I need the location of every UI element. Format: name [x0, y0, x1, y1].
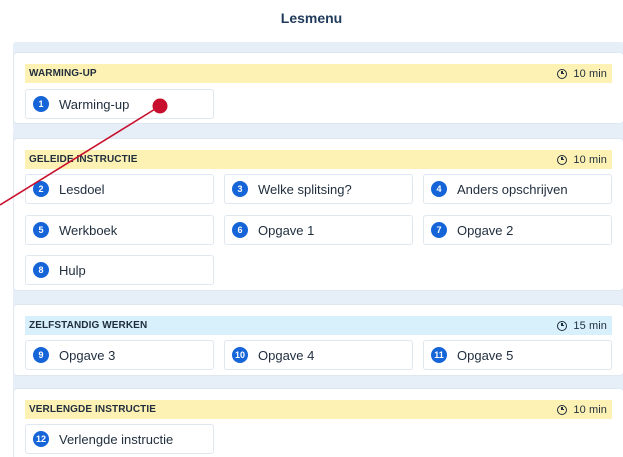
item-label: Opgave 5 [457, 347, 514, 363]
lesson-item-opgave-1[interactable]: 6 Opgave 1 [224, 215, 413, 245]
item-number-badge: 2 [33, 181, 49, 197]
item-label: Opgave 2 [457, 222, 514, 238]
item-number-badge: 8 [33, 262, 49, 278]
item-number-badge: 10 [232, 347, 248, 363]
lesson-item-anders-opschrijven[interactable]: 4 Anders opschrijven [423, 174, 612, 204]
item-number-badge: 12 [33, 431, 49, 447]
section-geleide-instructie: GELEIDE INSTRUCTIE 10 min 2 Lesdoel 3 We… [13, 128, 623, 300]
section-duration: 10 min [573, 153, 607, 166]
section-label: WARMING-UP [29, 68, 97, 79]
section-time: 15 min [557, 320, 607, 332]
section-label: VERLENGDE INSTRUCTIE [29, 404, 157, 415]
section-label: ZELFSTANDIG WERKEN [29, 320, 148, 331]
section-header: WARMING-UP 10 min [25, 64, 612, 83]
lesson-item-opgave-3[interactable]: 9 Opgave 3 [25, 340, 214, 370]
lesson-item-werkboek[interactable]: 5 Werkboek [25, 215, 214, 245]
lesson-item-verlengde-instructie[interactable]: 12 Verlengde instructie [25, 424, 214, 454]
lesson-item-welke-splitsing[interactable]: 3 Welke splitsing? [224, 174, 413, 204]
clock-icon [557, 68, 568, 79]
item-number-badge: 4 [431, 181, 447, 197]
section-duration: 15 min [573, 319, 607, 332]
item-number-badge: 9 [33, 347, 49, 363]
item-label: Lesdoel [59, 181, 105, 197]
clock-icon [557, 154, 568, 165]
section-duration: 10 min [573, 67, 607, 80]
item-label: Warming-up [59, 96, 130, 112]
section-header: ZELFSTANDIG WERKEN 15 min [25, 316, 612, 335]
page-title: Lesmenu [280, 10, 343, 26]
section-label: GELEIDE INSTRUCTIE [29, 154, 138, 165]
lesson-item-lesdoel[interactable]: 2 Lesdoel [25, 174, 214, 204]
item-number-badge: 3 [232, 181, 248, 197]
item-number-badge: 11 [431, 347, 447, 363]
section-zelfstandig-werken: ZELFSTANDIG WERKEN 15 min 9 Opgave 3 10 … [13, 294, 623, 386]
item-label: Opgave 4 [258, 347, 315, 363]
clock-icon [557, 320, 568, 331]
item-number-badge: 6 [232, 222, 248, 238]
section-card: WARMING-UP 10 min 1 Warming-up [13, 52, 623, 124]
item-number-badge: 7 [431, 222, 447, 238]
item-label: Opgave 3 [59, 347, 116, 363]
section-header: GELEIDE INSTRUCTIE 10 min [25, 150, 612, 169]
section-card: VERLENGDE INSTRUCTIE 10 min 12 Verlengde… [13, 388, 623, 457]
item-label: Anders opschrijven [457, 181, 568, 197]
section-time: 10 min [557, 404, 607, 416]
clock-icon [557, 404, 568, 415]
section-header: VERLENGDE INSTRUCTIE 10 min [25, 400, 612, 419]
section-time: 10 min [557, 154, 607, 166]
section-duration: 10 min [573, 403, 607, 416]
lesson-item-opgave-2[interactable]: 7 Opgave 2 [423, 215, 612, 245]
item-label: Opgave 1 [258, 222, 315, 238]
item-number-badge: 5 [33, 222, 49, 238]
section-verlengde-instructie: VERLENGDE INSTRUCTIE 10 min 12 Verlengde… [13, 378, 623, 457]
section-warming-up: WARMING-UP 10 min 1 Warming-up [13, 42, 623, 130]
item-label: Werkboek [59, 222, 118, 238]
lesson-item-hulp[interactable]: 8 Hulp [25, 255, 214, 285]
item-number-badge: 1 [33, 96, 49, 112]
section-card: GELEIDE INSTRUCTIE 10 min 2 Lesdoel 3 We… [13, 138, 623, 291]
lesson-item-opgave-5[interactable]: 11 Opgave 5 [423, 340, 612, 370]
lesson-item-opgave-4[interactable]: 10 Opgave 4 [224, 340, 413, 370]
lesson-item-warming-up[interactable]: 1 Warming-up [25, 89, 214, 119]
item-label: Hulp [59, 262, 86, 278]
section-time: 10 min [557, 68, 607, 80]
item-label: Verlengde instructie [59, 431, 174, 447]
section-card: ZELFSTANDIG WERKEN 15 min 9 Opgave 3 10 … [13, 304, 623, 376]
item-label: Welke splitsing? [258, 181, 352, 197]
